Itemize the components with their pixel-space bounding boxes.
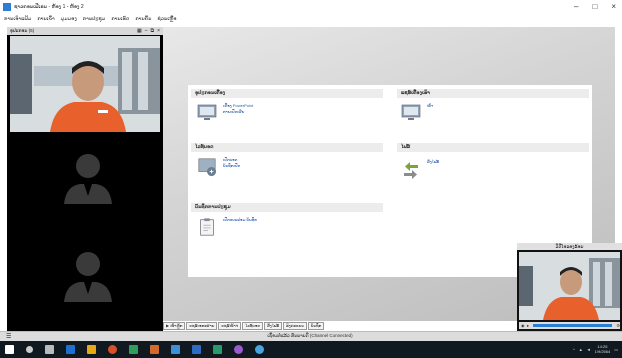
volume-icon[interactable]: ◄ <box>587 347 591 352</box>
app-window: ຊາວຄອນເຟີເຣນ - ຫ້ອງ 1 - ຫ້ອງ 2 – □ × ການ… <box>0 0 622 358</box>
participant-slot-empty[interactable] <box>10 232 160 328</box>
transfer-arrows-icon <box>404 162 418 179</box>
edge-icon[interactable] <box>66 345 75 354</box>
send-file-item[interactable]: ສົ່ງໄຟລ໌ <box>400 159 439 179</box>
menu-item[interactable]: ການປະຊຸມ <box>83 16 106 22</box>
self-view-video <box>519 252 620 320</box>
status-bar: ☰ ເຊື່ອມຕໍ່ແລ້ວ ສັນຍານດີ (Channel Connec… <box>0 331 622 341</box>
participants-panel: ອຸປະກອນ (5) ▦ – ⧉ × <box>7 27 163 331</box>
share-local-title: ໜ້າ <box>427 103 434 108</box>
task-view-icon[interactable] <box>45 345 54 354</box>
menu-item[interactable]: ການເຂົ້າ <box>37 16 54 22</box>
minimize-icon[interactable]: – <box>574 2 578 11</box>
office-icon[interactable] <box>150 345 159 354</box>
menu-item[interactable]: ຊ່ວຍເຫຼືອ <box>157 16 176 22</box>
window-title: ຊາວຄອນເຟີເຣນ - ຫ້ອງ 1 - ຫ້ອງ 2 <box>14 4 84 10</box>
system-tray: ^ ▲ ◄ 14:25 1/9/2564 ▭ <box>573 344 618 354</box>
mail-icon[interactable] <box>171 345 180 354</box>
menu-item[interactable]: ການເອົາແຟ້ມ <box>4 16 31 22</box>
maximize-icon[interactable]: □ <box>592 2 597 11</box>
person-placeholder-icon <box>64 252 112 302</box>
window-controls: – □ × <box>574 2 616 11</box>
connection-status: ເຊື່ອມຕໍ່ແລ້ວ ສັນຍານດີ (Channel Connecte… <box>267 333 353 338</box>
webcam-image <box>519 252 620 320</box>
file-explorer-icon[interactable] <box>87 345 96 354</box>
popout-icon[interactable]: ⧉ <box>151 28 155 34</box>
whiteboard-item[interactable]: ເປີດບອດ ບັນທຶກເປີດ <box>196 157 240 177</box>
conference-app-icon[interactable] <box>234 345 243 354</box>
excel-icon[interactable] <box>213 345 222 354</box>
webcam-image <box>10 36 160 132</box>
settings-icon[interactable]: ⚙ <box>616 323 620 328</box>
tab-home[interactable]: ▶ ໜ້າຫຼັກ <box>163 321 186 330</box>
monitor-icon <box>197 104 217 120</box>
tab-send-file[interactable]: ສົ່ງໄຟລ໌ <box>264 321 283 330</box>
tab-share-screen[interactable]: ແຊຣ໌ໜ້າຈໍ <box>218 321 242 330</box>
app-icon <box>3 3 11 11</box>
word-icon[interactable] <box>192 345 201 354</box>
section-heading-files: ໄຟລ໌ <box>397 143 589 152</box>
self-view-window[interactable]: ວິດີໂອຂອງຂ້ອຍ ◉ ● ⚙ <box>517 243 622 331</box>
share-device-item[interactable]: ເຄື່ອງ PowerPoint ການເປີດເຜີຍ <box>196 103 253 123</box>
tab-notes[interactable]: ບັນທຶກ <box>307 321 325 330</box>
self-view-title: ວິດີໂອຂອງຂ້ອຍ <box>517 243 622 250</box>
menu-item[interactable]: ການເຮັດ <box>111 16 129 22</box>
volume-slider[interactable] <box>532 324 613 327</box>
menu-item[interactable]: ມຸມມອງ <box>61 16 77 22</box>
tab-share-document[interactable]: ແຊຣ໌ເອກະສານ <box>186 321 218 330</box>
participant-slot-empty[interactable] <box>10 134 160 230</box>
send-file-title: ສົ່ງໄຟລ໌ <box>427 159 440 164</box>
person-placeholder-icon <box>64 154 112 204</box>
menu-bar: ການເອົາແຟ້ມ ການເຂົ້າ ມຸມມອງ ການປະຊຸມ ການ… <box>0 14 622 23</box>
section-heading-whiteboard: ໄວທ໌ບອດ <box>191 143 383 152</box>
close-icon[interactable]: × <box>611 2 616 11</box>
grid-icon[interactable]: ▦ <box>137 28 142 34</box>
share-device-subtitle: ການເປີດເຜີຍ <box>223 109 245 114</box>
microphone-icon[interactable]: ● <box>527 323 529 328</box>
chevron-up-icon[interactable]: ^ <box>573 347 575 352</box>
clipboard-icon <box>200 218 214 236</box>
meeting-notes-title: ເປີດແບບຟອມ ບັນທຶກ <box>223 217 257 222</box>
meeting-notes-item[interactable]: ເປີດແບບຟອມ ບັນທຶກ <box>196 217 257 237</box>
clock-date: 1/9/2564 <box>594 349 611 354</box>
share-local-item[interactable]: ໜ້າ <box>400 103 433 123</box>
close-icon[interactable]: × <box>157 28 160 34</box>
tab-poll[interactable]: ລົງຄະແນນ <box>283 321 307 330</box>
section-heading-devices: ອຸປະກອນເຄື່ອງ <box>191 89 383 98</box>
section-heading-local-share: ແຊຣ໌ເຄື່ອງເຮົາ <box>397 89 589 98</box>
list-icon[interactable]: ☰ <box>6 333 11 340</box>
store-icon[interactable] <box>129 345 138 354</box>
clock[interactable]: 14:25 1/9/2564 <box>595 344 611 354</box>
menu-item[interactable]: ການຄົ້ນ <box>135 16 151 22</box>
network-icon[interactable]: ▲ <box>579 347 583 352</box>
notifications-icon[interactable]: ▭ <box>614 347 618 352</box>
participants-panel-title: ອຸປະກອນ (5) <box>10 28 35 33</box>
taskbar: ^ ▲ ◄ 14:25 1/9/2564 ▭ <box>0 341 622 358</box>
participant-video-main[interactable] <box>10 36 160 132</box>
windows-start-icon[interactable] <box>5 345 14 354</box>
chrome-icon[interactable] <box>108 345 117 354</box>
monitor-icon <box>401 104 421 120</box>
chat-app-icon[interactable] <box>255 345 264 354</box>
section-heading-meeting-notes: ບັນທຶກການປະຊຸມ <box>191 203 383 212</box>
whiteboard-subtitle: ບັນທຶກເປີດ <box>223 163 241 168</box>
whiteboard-icon <box>198 158 217 177</box>
camera-icon[interactable]: ◉ <box>521 323 525 328</box>
panel-controls: ▦ – ⧉ × <box>137 28 160 34</box>
self-view-controls: ◉ ● ⚙ <box>519 322 620 329</box>
minimize-icon[interactable]: – <box>145 28 148 34</box>
participants-panel-header: ອຸປະກອນ (5) ▦ – ⧉ × <box>7 27 163 35</box>
title-bar: ຊາວຄອນເຟີເຣນ - ຫ້ອງ 1 - ຫ້ອງ 2 – □ × <box>0 0 622 14</box>
tab-whiteboard[interactable]: ໄວທ໌ບອດ <box>242 321 264 330</box>
search-icon[interactable] <box>26 346 33 353</box>
bottom-tabs: ▶ ໜ້າຫຼັກ ແຊຣ໌ເອກະສານ ແຊຣ໌ໜ້າຈໍ ໄວທ໌ບອດ … <box>163 321 363 330</box>
